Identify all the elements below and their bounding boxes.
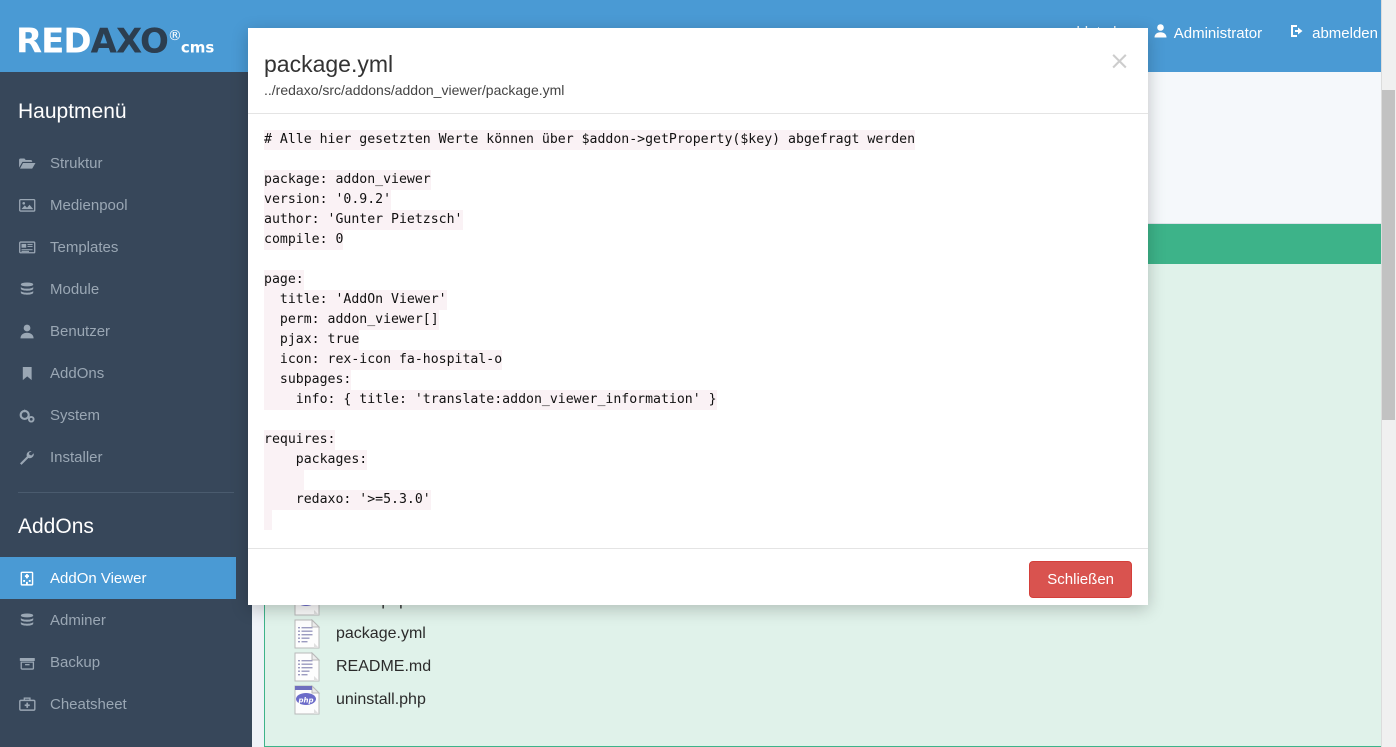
code-viewer: # Alle hier gesetzten Werte können über … bbox=[264, 130, 1132, 530]
file-name: README.md bbox=[336, 657, 432, 675]
database-icon bbox=[18, 612, 36, 628]
svg-text:php: php bbox=[297, 696, 313, 704]
sidebar: Hauptmenü Struktur Medienpool Templates Mod… bbox=[0, 72, 252, 747]
image-icon bbox=[18, 198, 36, 213]
sidebar-main-title: Hauptmenü bbox=[18, 100, 127, 123]
list-item[interactable]: package.yml bbox=[292, 617, 792, 650]
user-label: Administrator bbox=[1173, 24, 1263, 42]
sidebar-item-struktur[interactable]: Struktur bbox=[0, 142, 252, 184]
user-icon bbox=[1154, 24, 1167, 42]
text-file-icon bbox=[292, 651, 322, 682]
sidebar-item-addons[interactable]: AddOns bbox=[0, 352, 252, 394]
code-line: # Alle hier gesetzten Werte können über … bbox=[264, 130, 916, 150]
logo-axo: AXO bbox=[90, 21, 169, 62]
sidebar-item-adminer[interactable]: Adminer bbox=[0, 599, 252, 641]
sign-out-icon bbox=[1290, 24, 1305, 42]
modal-title: package.yml bbox=[264, 51, 394, 77]
sidebar-item-backup[interactable]: Backup bbox=[0, 641, 252, 683]
wrench-icon bbox=[18, 450, 36, 465]
code-line: title: 'AddOn Viewer' bbox=[264, 290, 447, 310]
sidebar-item-label: System bbox=[50, 406, 101, 424]
sidebar-item-templates[interactable]: Templates bbox=[0, 226, 252, 268]
sidebar-item-medienpool[interactable]: Medienpool bbox=[0, 184, 252, 226]
folder-open-icon bbox=[18, 156, 36, 171]
logo-cms: cms bbox=[180, 38, 215, 57]
medkit-icon bbox=[18, 696, 36, 712]
code-line: pjax: true bbox=[264, 330, 360, 350]
sidebar-item-addon-viewer[interactable]: AddOn Viewer bbox=[0, 557, 236, 599]
sidebar-item-cheatsheet[interactable]: Cheatsheet bbox=[0, 683, 252, 725]
text-file-icon bbox=[292, 618, 322, 649]
modal-footer: Schließen bbox=[248, 548, 1148, 605]
list-item[interactable]: php uninstall.php bbox=[292, 683, 792, 716]
modal-file-path: ../redaxo/src/addons/addon_viewer/packag… bbox=[264, 82, 565, 98]
sidebar-item-label: Installer bbox=[50, 448, 103, 466]
sidebar-item-label: Benutzer bbox=[50, 322, 111, 340]
close-icon[interactable]: × bbox=[1109, 48, 1130, 73]
close-button[interactable]: Schließen bbox=[1029, 561, 1132, 598]
code-line: package: addon_viewer bbox=[264, 170, 431, 190]
logout-label: abmelden bbox=[1312, 24, 1378, 42]
sidebar-addons-title: AddOns bbox=[18, 515, 94, 538]
code-line: perm: addon_viewer[] bbox=[264, 310, 439, 330]
sidebar-item-module[interactable]: Module bbox=[0, 268, 252, 310]
logo-registered-mark: ® bbox=[167, 28, 182, 44]
page-scrollbar[interactable] bbox=[1381, 0, 1396, 747]
sidebar-item-label: AddOn Viewer bbox=[50, 569, 147, 587]
user-icon bbox=[18, 324, 36, 339]
code-line: packages: bbox=[264, 450, 368, 470]
logo-red: RED bbox=[16, 21, 92, 62]
code-line: compile: 0 bbox=[264, 230, 344, 250]
modal-body: # Alle hier gesetzten Werte können über … bbox=[248, 114, 1148, 548]
sidebar-item-label: AddOns bbox=[50, 364, 105, 382]
list-item[interactable]: README.md bbox=[292, 650, 792, 683]
hospital-icon bbox=[18, 571, 36, 586]
code-line: info: { title: 'translate:addon_viewer_i… bbox=[264, 390, 717, 410]
sidebar-item-benutzer[interactable]: Benutzer bbox=[0, 310, 252, 352]
sidebar-item-system[interactable]: System bbox=[0, 394, 252, 436]
bookmark-icon bbox=[18, 366, 36, 381]
user-menu-link[interactable]: Administrator bbox=[1154, 24, 1262, 42]
code-line bbox=[264, 470, 304, 490]
code-line: version: '0.9.2' bbox=[264, 190, 392, 210]
sidebar-item-label: Module bbox=[50, 280, 100, 298]
logout-link[interactable]: abmelden bbox=[1290, 24, 1378, 42]
newspaper-icon bbox=[18, 240, 36, 255]
redaxo-logo: REDAXO®cms bbox=[16, 16, 214, 67]
topbar-actions: Administrator abmelden bbox=[1154, 24, 1378, 42]
code-line: redaxo: '>=5.3.0' bbox=[264, 490, 431, 510]
sidebar-item-label: Adminer bbox=[50, 611, 106, 629]
code-line: subpages: bbox=[264, 370, 352, 390]
sidebar-item-label: Templates bbox=[50, 238, 119, 256]
sidebar-item-label: Medienpool bbox=[50, 196, 128, 214]
file-name: uninstall.php bbox=[336, 690, 426, 708]
modal-header: package.yml ../redaxo/src/addons/addon_v… bbox=[248, 28, 1148, 114]
code-line: page: bbox=[264, 270, 304, 290]
code-line bbox=[264, 510, 272, 530]
code-line: icon: rex-icon fa-hospital-o bbox=[264, 350, 503, 370]
code-line: author: 'Gunter Pietzsch' bbox=[264, 210, 463, 230]
database-icon bbox=[18, 281, 36, 297]
code-line: requires: bbox=[264, 430, 336, 450]
file-preview-modal: package.yml ../redaxo/src/addons/addon_v… bbox=[248, 28, 1148, 605]
php-file-icon: php bbox=[292, 684, 322, 715]
sidebar-main-menu: Struktur Medienpool Templates Module Benutze… bbox=[0, 142, 252, 478]
gears-icon bbox=[18, 408, 36, 423]
sidebar-item-installer[interactable]: Installer bbox=[0, 436, 252, 478]
scrollbar-thumb[interactable] bbox=[1382, 90, 1395, 420]
sidebar-item-label: Backup bbox=[50, 653, 101, 671]
sidebar-item-label: Cheatsheet bbox=[50, 695, 127, 713]
sidebar-addons-menu: AddOn Viewer Adminer Backup Cheatsheet bbox=[0, 557, 252, 725]
archive-icon bbox=[18, 655, 36, 670]
sidebar-item-label: Struktur bbox=[50, 154, 103, 172]
file-name: package.yml bbox=[336, 624, 426, 642]
